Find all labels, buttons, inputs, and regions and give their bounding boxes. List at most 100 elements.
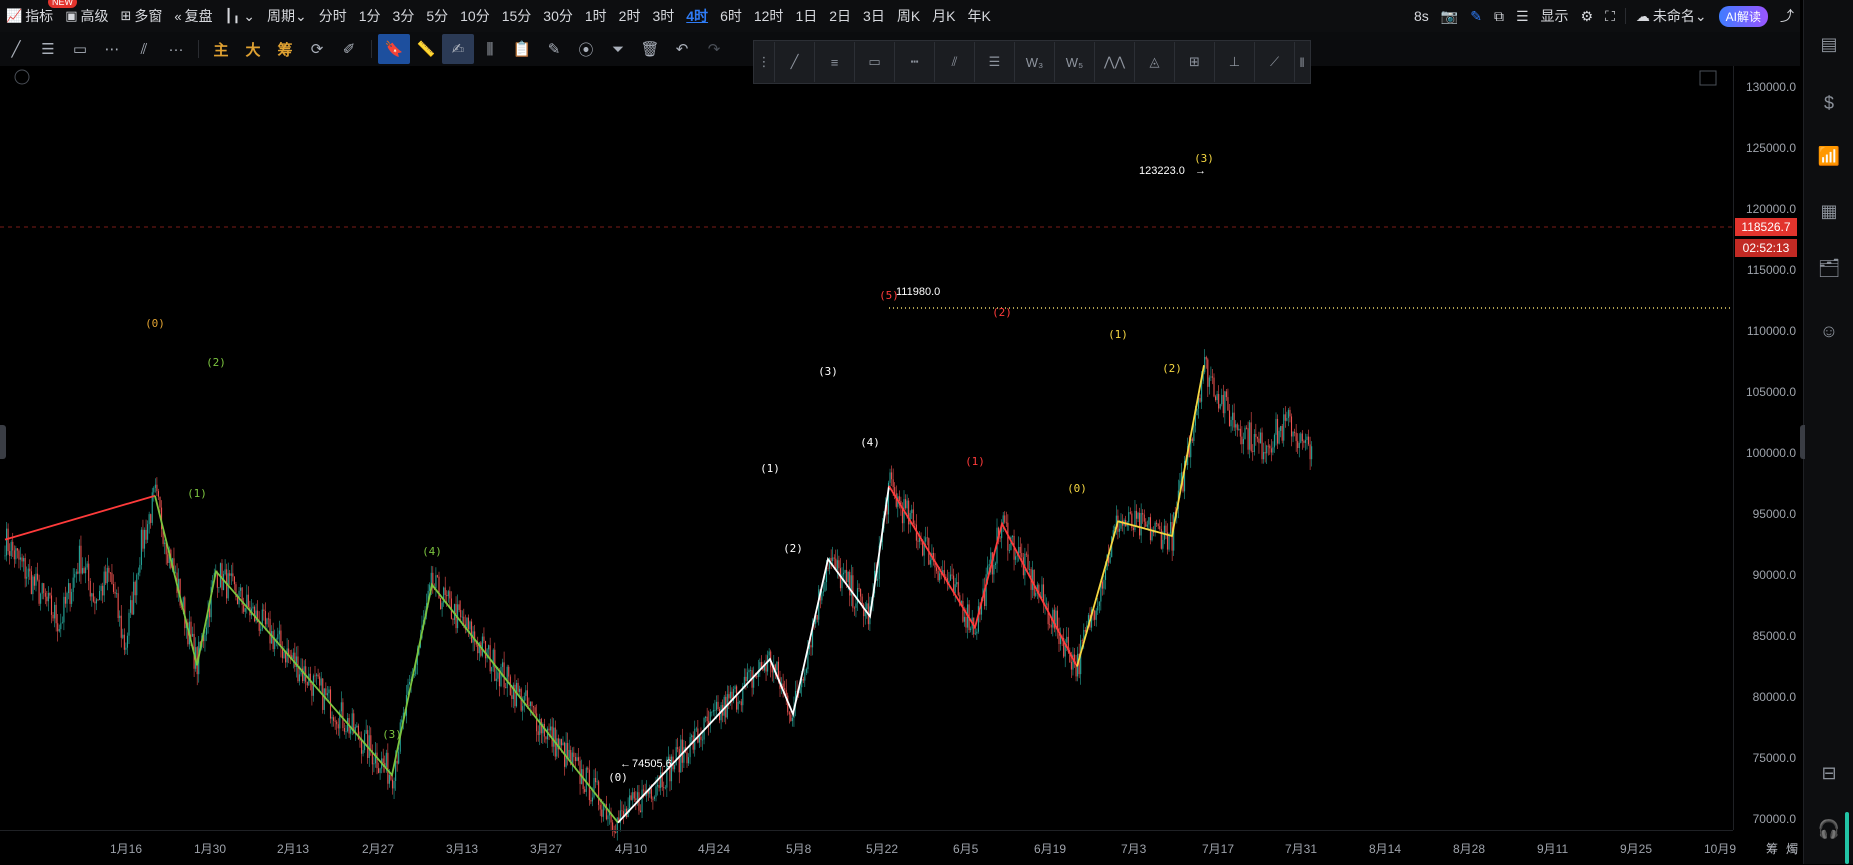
candle-body (917, 541, 918, 542)
clipboard-icon[interactable]: 📋 (506, 34, 538, 64)
candle-body (497, 672, 498, 678)
bookmark-icon[interactable]: 🔖 (378, 34, 410, 64)
pen-icon[interactable]: ✎ (1464, 0, 1488, 32)
period-tab[interactable]: 年K (962, 0, 997, 32)
fullscreen-icon[interactable]: ⛶ (1599, 0, 1621, 32)
period-dropdown[interactable]: 周期 ⌄ (261, 0, 313, 32)
redo-icon[interactable]: ↷ (698, 34, 730, 64)
candle-body (147, 524, 148, 540)
gear-icon[interactable]: ⚙ (1575, 0, 1600, 32)
candle-body (314, 675, 315, 676)
line-tool-icon[interactable]: ╱ (0, 34, 32, 64)
ruler-icon[interactable]: 📏 (410, 34, 442, 64)
edit-note-icon[interactable]: ✎ (538, 34, 570, 64)
document-icon[interactable]: ▤ (1818, 33, 1840, 55)
big-order-toggle[interactable]: 大 (237, 34, 269, 64)
period-tab[interactable]: 12时 (748, 0, 790, 32)
advanced-button[interactable]: ▣ 高级 (59, 0, 114, 32)
rectangle-tool-icon[interactable]: ▭ (64, 34, 96, 64)
headset-icon[interactable]: 🎧 (1818, 818, 1840, 840)
candle-body (297, 656, 298, 681)
candle-body (1029, 569, 1030, 570)
period-tab[interactable]: 月K (926, 0, 961, 32)
more-tools-icon[interactable]: ··· (160, 34, 192, 64)
candle-body (25, 558, 26, 579)
candle-body (1249, 422, 1250, 449)
period-tab[interactable]: 3时 (646, 0, 680, 32)
candle-body (651, 789, 652, 799)
expand-circle-icon[interactable] (15, 70, 29, 84)
period-tab[interactable]: 6时 (714, 0, 748, 32)
candle-body (1102, 582, 1103, 589)
period-tab[interactable]: 10分 (454, 0, 496, 32)
sidebar-scrollbar[interactable] (1845, 812, 1849, 864)
cycle-icon[interactable]: ⟳ (301, 34, 333, 64)
period-tab-active[interactable]: 4时 (680, 0, 714, 32)
channel-tool-icon[interactable]: ⫽ (128, 34, 160, 64)
chip-toggle[interactable]: 筹 (269, 34, 301, 64)
candle-body (14, 550, 15, 559)
list-icon[interactable]: ☰ (1510, 0, 1535, 32)
panel-layout-icon[interactable]: ⊟ (1818, 762, 1840, 784)
candle-body (590, 800, 591, 801)
period-tab[interactable]: 1日 (789, 0, 823, 32)
brush-icon[interactable]: ✐ (333, 34, 365, 64)
period-tab[interactable]: 15分 (496, 0, 538, 32)
indicators-button[interactable]: 📈 指标 NEW (0, 0, 59, 32)
cards-icon[interactable]: 🗂 (1818, 257, 1840, 279)
candle-body (336, 722, 337, 725)
camera-icon[interactable]: 📷 (1435, 0, 1464, 32)
multi-window-button[interactable]: ⊞ 多窗 (114, 0, 168, 32)
period-tab[interactable]: 3日 (857, 0, 891, 32)
price-chart[interactable]: (0)(1)(2)(3)(4)(0)(1)(2)(3)(4)(5)(1)(2)(… (0, 66, 1733, 864)
candle-body (637, 792, 638, 800)
ai-interpret-button[interactable]: AI解读 (1719, 6, 1768, 27)
chip-label[interactable]: 筹 (1766, 840, 1778, 857)
main-chart-toggle[interactable]: 主 (205, 34, 237, 64)
period-tab[interactable]: 2日 (823, 0, 857, 32)
draw-mode-icon[interactable]: ✍ (442, 34, 474, 64)
chart-board-icon[interactable]: ▦ (1818, 200, 1840, 222)
refresh-interval[interactable]: 8s (1408, 0, 1435, 32)
trash-icon[interactable]: 🗑 (634, 34, 666, 64)
candle-body (730, 692, 731, 699)
candle-body (535, 707, 536, 713)
share-icon[interactable]: ⤴ (1774, 0, 1800, 32)
dollar-doc-icon[interactable]: $ (1818, 92, 1840, 114)
candle-body (890, 472, 891, 482)
robot-icon[interactable]: ☺ (1818, 320, 1840, 342)
period-tab[interactable]: 1分 (353, 0, 387, 32)
period-tab[interactable]: 分时 (313, 0, 353, 32)
cloud-save-button[interactable]: ☁ 未命名 ⌄ (1630, 0, 1713, 32)
undo-icon[interactable]: ↶ (666, 34, 698, 64)
right-edge-handle[interactable] (1800, 425, 1805, 459)
chart-settings-icon[interactable] (1700, 71, 1716, 85)
candle-body (74, 574, 75, 578)
measure-tool-icon[interactable]: ⋯ (96, 34, 128, 64)
period-tab[interactable]: 5分 (420, 0, 454, 32)
candle-body (99, 591, 100, 600)
filter-icon[interactable]: ⏷ (602, 34, 634, 64)
period-tab[interactable]: 2时 (613, 0, 647, 32)
period-tab[interactable]: 30分 (537, 0, 579, 32)
candle-body (361, 741, 362, 754)
period-tab[interactable]: 3分 (387, 0, 421, 32)
horizontal-lines-icon[interactable]: ☰ (32, 34, 64, 64)
chevron-down-icon: ⌄ (1695, 8, 1707, 25)
price-axis[interactable]: 130000.0 125000.0 120000.0 115000.0 1100… (1733, 66, 1804, 830)
chart-type-button[interactable]: ┃╻ ⌄ (219, 0, 261, 32)
magnet-icon[interactable]: ⦿ (570, 34, 602, 64)
period-tab[interactable]: 周K (891, 0, 926, 32)
replay-button[interactable]: «复盘 (168, 0, 218, 32)
compare-icon[interactable]: ⫼ (474, 34, 506, 64)
candle-body (273, 631, 274, 649)
candle-body (1110, 557, 1111, 563)
period-tab[interactable]: 1时 (579, 0, 613, 32)
layout-icon[interactable]: ⧉ (1488, 0, 1510, 32)
candle-body (538, 731, 539, 735)
candle-body (445, 588, 446, 596)
display-button[interactable]: 显示 (1535, 0, 1575, 32)
left-edge-handle[interactable] (0, 425, 6, 459)
trend-chart-icon[interactable]: 📶 (1818, 145, 1840, 167)
candle-label[interactable]: 燭 (1786, 840, 1798, 857)
